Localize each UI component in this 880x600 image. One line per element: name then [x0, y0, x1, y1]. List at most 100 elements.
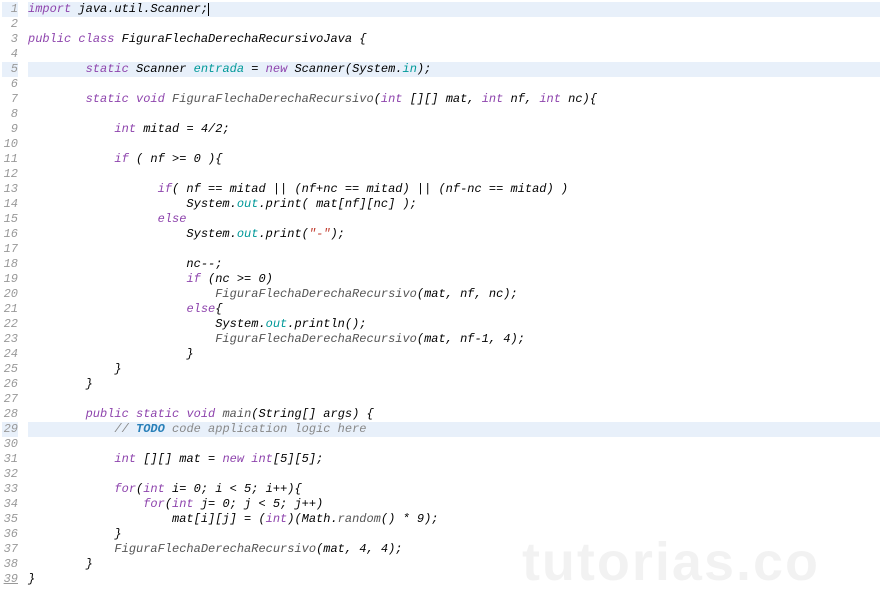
code-line[interactable]	[28, 47, 880, 62]
code-line[interactable]: int mitad = 4/2;	[28, 122, 880, 137]
code-line[interactable]	[28, 437, 880, 452]
code-token: else	[158, 212, 187, 226]
code-line[interactable]: FiguraFlechaDerechaRecursivo(mat, nf-1, …	[28, 332, 880, 347]
code-token: FiguraFlechaDerechaRecursivoJava {	[114, 32, 366, 46]
code-token: import	[28, 2, 71, 16]
code-token: }	[28, 557, 93, 571]
code-token: System.	[28, 227, 237, 241]
code-line[interactable]: }	[28, 377, 880, 392]
line-number: 26	[2, 377, 18, 392]
line-number: 19	[2, 272, 18, 287]
code-line[interactable]: public class FiguraFlechaDerechaRecursiv…	[28, 32, 880, 47]
code-token	[28, 92, 86, 106]
code-line[interactable]: public static void main(String[] args) {	[28, 407, 880, 422]
code-token: static	[86, 92, 129, 106]
code-line[interactable]	[28, 392, 880, 407]
line-number: 17	[2, 242, 18, 257]
code-line[interactable]: // TODO code application logic here	[28, 422, 880, 437]
code-token: int	[143, 482, 165, 496]
code-token	[28, 122, 114, 136]
line-number: 8	[2, 107, 18, 122]
code-line[interactable]: }	[28, 347, 880, 362]
code-token	[28, 152, 114, 166]
code-line[interactable]: mat[i][j] = (int)(Math.random() * 9);	[28, 512, 880, 527]
line-number: 35	[2, 512, 18, 527]
code-token: System.	[28, 197, 237, 211]
code-token: [][] mat,	[403, 92, 482, 106]
code-line[interactable]: System.out.print("-");	[28, 227, 880, 242]
code-token	[28, 332, 215, 346]
code-token: ( nf == mitad || (nf+nc == mitad) || (nf…	[172, 182, 568, 196]
code-token: out	[237, 197, 259, 211]
code-token: System.	[28, 317, 266, 331]
code-token	[129, 407, 136, 421]
line-number: 33	[2, 482, 18, 497]
code-token: static	[86, 62, 129, 76]
code-token: FiguraFlechaDerechaRecursivo	[215, 287, 417, 301]
code-token: int	[114, 122, 136, 136]
code-token	[165, 92, 172, 106]
code-token: //	[114, 422, 136, 436]
code-line[interactable]: static Scanner entrada = new Scanner(Sys…	[28, 62, 880, 77]
line-number: 12	[2, 167, 18, 182]
code-line[interactable]: System.out.println();	[28, 317, 880, 332]
code-line[interactable]: else	[28, 212, 880, 227]
code-line[interactable]: FiguraFlechaDerechaRecursivo(mat, 4, 4);	[28, 542, 880, 557]
code-line[interactable]: }	[28, 362, 880, 377]
code-token: mitad = 4/2;	[136, 122, 230, 136]
code-token: );	[330, 227, 344, 241]
code-token: TODO	[136, 422, 165, 436]
code-line[interactable]	[28, 137, 880, 152]
code-token: for	[114, 482, 136, 496]
line-number: 7	[2, 92, 18, 107]
code-line[interactable]: nc--;	[28, 257, 880, 272]
code-token: );	[417, 62, 431, 76]
code-token: (	[374, 92, 381, 106]
code-line[interactable]: if ( nf >= 0 ){	[28, 152, 880, 167]
code-line[interactable]	[28, 17, 880, 32]
code-token: }	[28, 362, 122, 376]
line-number: 25	[2, 362, 18, 377]
line-number: 9	[2, 122, 18, 137]
line-number: 36	[2, 527, 18, 542]
code-token: out	[237, 227, 259, 241]
code-token: void	[136, 92, 165, 106]
code-line[interactable]	[28, 77, 880, 92]
code-line[interactable]: if( nf == mitad || (nf+nc == mitad) || (…	[28, 182, 880, 197]
code-line[interactable]	[28, 107, 880, 122]
code-token: () * 9);	[381, 512, 439, 526]
code-line[interactable]: else{	[28, 302, 880, 317]
code-line[interactable]: }	[28, 572, 880, 587]
code-line[interactable]: static void FiguraFlechaDerechaRecursivo…	[28, 92, 880, 107]
code-line[interactable]	[28, 242, 880, 257]
code-line[interactable]: FiguraFlechaDerechaRecursivo(mat, nf, nc…	[28, 287, 880, 302]
code-line[interactable]: System.out.print( mat[nf][nc] );	[28, 197, 880, 212]
code-token: {	[215, 302, 222, 316]
line-number: 5	[2, 62, 18, 77]
code-token: static	[136, 407, 179, 421]
code-token: )(Math.	[287, 512, 337, 526]
line-number: 1	[2, 2, 18, 17]
code-line[interactable]: int [][] mat = new int[5][5];	[28, 452, 880, 467]
code-line[interactable]	[28, 167, 880, 182]
code-line[interactable]: }	[28, 527, 880, 542]
code-token: (mat, 4, 4);	[316, 542, 402, 556]
code-editor[interactable]: 1234567891011121314151617181920212223242…	[0, 0, 880, 589]
code-line[interactable]: for(int j= 0; j < 5; j++)	[28, 497, 880, 512]
code-token: }	[28, 527, 122, 541]
code-token	[28, 182, 158, 196]
code-line[interactable]: }	[28, 557, 880, 572]
code-token: }	[28, 377, 93, 391]
code-line[interactable]: if (nc >= 0)	[28, 272, 880, 287]
line-number: 6	[2, 77, 18, 92]
code-line[interactable]	[28, 467, 880, 482]
code-line[interactable]: import java.util.Scanner;	[28, 2, 880, 17]
line-number: 13	[2, 182, 18, 197]
code-token	[28, 62, 86, 76]
code-token: "-"	[309, 227, 331, 241]
code-token: int	[539, 92, 561, 106]
code-area[interactable]: import java.util.Scanner; public class Fi…	[24, 0, 880, 589]
code-token: FiguraFlechaDerechaRecursivo	[215, 332, 417, 346]
line-number: 31	[2, 452, 18, 467]
code-line[interactable]: for(int i= 0; i < 5; i++){	[28, 482, 880, 497]
